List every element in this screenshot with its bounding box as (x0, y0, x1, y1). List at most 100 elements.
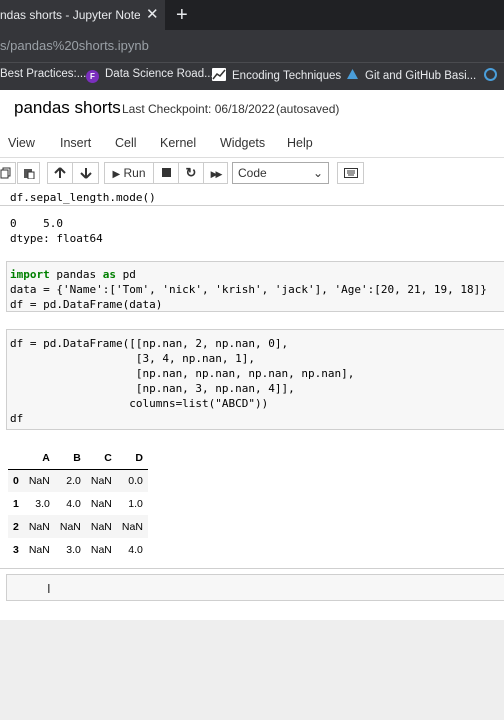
table-cell: 3.0 (66, 543, 81, 556)
paste-button[interactable] (17, 162, 40, 184)
git-icon (346, 68, 359, 81)
table-row: 2 NaN NaN NaN NaN (8, 515, 148, 538)
bookmark-label: Encoding Techniques (232, 70, 342, 82)
move-down-button[interactable] (72, 162, 99, 184)
f-logo-icon: F (86, 70, 99, 83)
bookmark-best-practices[interactable]: Best Practices:... (0, 68, 86, 80)
column-header: A (23, 447, 55, 470)
code-cell-1[interactable]: df.sepal_length.mode() (0, 190, 504, 206)
copy-button[interactable] (0, 162, 16, 184)
table-header-row: A B C D (8, 447, 148, 470)
code-line-data: data = {'Name':['Tom', 'nick', 'krish', … (10, 283, 487, 296)
notebook-header: pandas shorts Last Checkpoint: 06/18/202… (0, 90, 504, 126)
move-up-icon (54, 167, 66, 178)
bookmark-data-science-road[interactable]: F Data Science Road... (86, 68, 214, 83)
table-cell: NaN (28, 520, 50, 533)
table-cell: NaN (28, 474, 50, 487)
table-cell: NaN (28, 543, 50, 556)
bookmark-label: Git and GitHub Basi... (365, 70, 477, 82)
notebook-area: df.sepal_length.mode() 0 5.0 dtype: floa… (0, 190, 504, 620)
cell-divider (0, 568, 504, 569)
keyword-import: import (10, 268, 50, 281)
menu-insert[interactable]: Insert (60, 136, 91, 150)
table-cell: NaN (121, 520, 143, 533)
fast-forward-icon: ▶▶ (210, 169, 223, 179)
code-cell-3[interactable]: df = pd.DataFrame([[np.nan, 2, np.nan, 0… (6, 329, 504, 430)
last-checkpoint: Last Checkpoint: 06/18/2022 (122, 102, 275, 116)
menu-view[interactable]: View (8, 136, 35, 150)
table-row: 3 NaN 3.0 NaN 4.0 (8, 538, 148, 561)
autosave-status: (autosaved) (276, 102, 340, 116)
cell-1-code[interactable]: df.sepal_length.mode() (10, 190, 156, 205)
cell-type-select[interactable]: Code ⌄ (232, 162, 329, 184)
cell-1-output: 0 5.0 dtype: float64 (10, 217, 103, 245)
table-cell: 1.0 (128, 497, 143, 510)
table-cell: 4.0 (128, 543, 143, 556)
cell-2-code[interactable]: import pandas as pd data = {'Name':['Tom… (10, 267, 487, 312)
menu-cell[interactable]: Cell (115, 136, 137, 150)
row-index: 0 (13, 474, 19, 487)
row-index: 2 (13, 520, 19, 533)
empty-code-cell[interactable]: I (6, 574, 504, 601)
menu-kernel[interactable]: Kernel (160, 136, 196, 150)
keyword-as: as (102, 268, 116, 281)
code-text: pandas (49, 268, 103, 281)
url-text: s/pandas%20shorts.ipynb (0, 38, 149, 53)
tab-title: ndas shorts - Jupyter Noteboo (0, 8, 140, 22)
row-index: 3 (13, 543, 19, 556)
browser-tab-bar: ndas shorts - Jupyter Noteboo ✕ + (0, 0, 504, 30)
menu-widgets[interactable]: Widgets (220, 136, 265, 150)
code-text: pd (115, 268, 136, 281)
keyboard-icon (343, 168, 358, 178)
menu-bar: View Insert Cell Kernel Widgets Help (0, 126, 504, 158)
dataframe-table: A B C D 0 NaN 2.0 NaN 0.0 1 3.0 4.0 NaN … (8, 447, 148, 561)
table-cell: 3.0 (35, 497, 50, 510)
restart-button[interactable]: ↻ (178, 162, 204, 184)
bookmark-encoding-techniques[interactable]: Encoding Techniques (212, 68, 341, 82)
table-cell: 0.0 (128, 474, 143, 487)
column-header: D (116, 447, 148, 470)
table-cell: 4.0 (66, 497, 81, 510)
run-button[interactable]: ▶ Run (104, 162, 154, 184)
code-line-dataframe: df = pd.DataFrame(data) (10, 298, 163, 311)
column-header (8, 447, 24, 470)
notebook-name[interactable]: pandas shorts (14, 98, 121, 118)
browser-tab[interactable]: ndas shorts - Jupyter Noteboo ✕ (0, 0, 165, 30)
run-icon: ▶ (112, 169, 121, 180)
table-row: 0 NaN 2.0 NaN 0.0 (8, 469, 148, 492)
toolbar: ▶ Run ↻ ▶▶ Code ⌄ (0, 158, 504, 190)
text-cursor-icon: I (47, 581, 51, 596)
cell-type-value: Code (238, 166, 267, 180)
bookmark-git-github[interactable]: Git and GitHub Basi... (346, 68, 476, 82)
bookmark-more[interactable] (484, 68, 503, 82)
new-tab-button[interactable]: + (176, 0, 188, 30)
stop-button[interactable] (153, 162, 179, 184)
column-header: C (85, 447, 117, 470)
code-cell-2[interactable]: import pandas as pd data = {'Name':['Tom… (6, 261, 504, 312)
table-cell: NaN (59, 520, 81, 533)
chevron-down-icon: ⌄ (312, 166, 323, 180)
move-down-icon (79, 168, 92, 179)
table-cell: NaN (90, 497, 112, 510)
move-up-button[interactable] (47, 162, 73, 184)
table-cell: NaN (90, 474, 112, 487)
menu-help[interactable]: Help (287, 136, 313, 150)
table-cell: NaN (90, 520, 112, 533)
column-header: B (54, 447, 86, 470)
paste-icon (23, 169, 34, 180)
bookmarks-bar: Best Practices:... F Data Science Road...… (0, 62, 504, 90)
address-bar[interactable]: s/pandas%20shorts.ipynb (0, 30, 504, 62)
row-index: 1 (13, 497, 19, 510)
globe-icon (484, 68, 497, 81)
restart-icon: ↻ (185, 165, 197, 180)
close-icon[interactable]: ✕ (146, 0, 159, 30)
keyboard-shortcuts-button[interactable] (337, 162, 364, 184)
cell-3-code[interactable]: df = pd.DataFrame([[np.nan, 2, np.nan, 0… (10, 336, 354, 426)
run-label: Run (123, 166, 146, 180)
table-cell: NaN (90, 543, 112, 556)
stop-icon (161, 168, 171, 177)
fast-forward-button[interactable]: ▶▶ (203, 162, 228, 184)
bookmark-label: Best Practices:... (0, 68, 87, 80)
copy-icon (0, 167, 11, 179)
table-row: 1 3.0 4.0 NaN 1.0 (8, 492, 148, 515)
